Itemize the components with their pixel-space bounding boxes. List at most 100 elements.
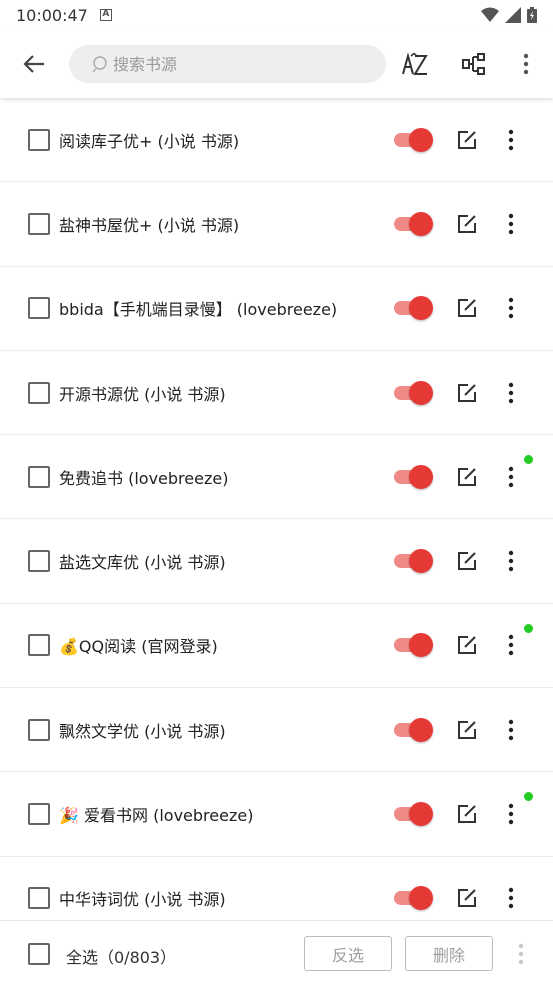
source-name: 开源书源优 (小说 书源) [59, 384, 226, 404]
edit-icon [458, 805, 476, 824]
source-name: 免费追书 (lovebreeze) [59, 468, 229, 488]
source-enable-switch[interactable] [392, 802, 434, 827]
select-all-checkbox[interactable] [28, 943, 50, 965]
edit-button[interactable] [455, 212, 479, 236]
source-row[interactable]: 盐选文库优 (小说 书源) [0, 519, 553, 604]
source-name: 盐选文库优 (小说 书源) [59, 553, 226, 573]
edit-button[interactable] [455, 886, 479, 910]
source-enable-switch[interactable] [392, 464, 434, 489]
battery-icon [527, 7, 537, 23]
source-name: 盐神书屋优+ (小说 书源) [59, 215, 240, 235]
source-row[interactable]: 🎉 爱看书网 (lovebreeze) [0, 772, 553, 857]
source-checkbox[interactable] [28, 381, 50, 404]
source-checkbox[interactable] [28, 297, 50, 320]
switch-thumb [409, 211, 433, 236]
update-dot-indicator [524, 455, 533, 465]
source-more-button[interactable] [500, 632, 522, 658]
source-checkbox[interactable] [28, 803, 50, 826]
signal-icon [505, 7, 521, 23]
source-checkbox[interactable] [28, 212, 50, 235]
source-row[interactable]: 阅读库子优+ (小说 书源) [0, 98, 553, 183]
edit-button[interactable] [455, 381, 479, 405]
select-all-label: 全选（0/803） [66, 948, 177, 967]
back-button[interactable] [18, 50, 50, 78]
more-vertical-icon [508, 888, 514, 909]
source-enable-switch[interactable] [392, 380, 434, 405]
edit-icon [458, 299, 476, 318]
switch-thumb [409, 549, 433, 574]
source-enable-switch[interactable] [392, 211, 434, 236]
source-checkbox[interactable] [28, 128, 50, 151]
source-more-button[interactable] [500, 548, 522, 574]
source-more-button[interactable] [500, 295, 522, 321]
source-more-button[interactable] [500, 211, 522, 237]
edit-button[interactable] [455, 296, 479, 320]
edit-button[interactable] [455, 128, 479, 152]
source-more-button[interactable] [500, 127, 522, 153]
search-box[interactable] [69, 45, 386, 83]
status-time: 10:00:47 [16, 5, 88, 25]
group-button[interactable] [459, 50, 489, 78]
edit-icon [458, 130, 476, 149]
notification-a-icon: A [99, 9, 112, 21]
source-enable-switch[interactable] [392, 633, 434, 658]
source-name: bbida【手机端目录慢】 (lovebreeze) [59, 300, 338, 320]
source-name: 💰QQ阅读 (官网登录) [59, 637, 218, 657]
search-icon [92, 56, 107, 73]
source-enable-switch[interactable] [392, 886, 434, 911]
sort-button[interactable] [400, 50, 430, 78]
bottom-more-button[interactable] [511, 941, 531, 967]
more-vertical-icon [508, 382, 514, 403]
search-input[interactable] [113, 54, 363, 74]
source-row[interactable]: 飘然文学优 (小说 书源) [0, 688, 553, 773]
source-checkbox[interactable] [28, 887, 50, 910]
more-vertical-icon [523, 53, 529, 75]
edit-button[interactable] [455, 549, 479, 573]
status-bar: 10:00:47 A [0, 0, 553, 30]
more-vertical-icon [518, 943, 524, 965]
source-row[interactable]: 开源书源优 (小说 书源) [0, 351, 553, 436]
source-checkbox[interactable] [28, 634, 50, 657]
more-vertical-icon [508, 635, 514, 656]
source-row[interactable]: 中华诗词优 (小说 书源) [0, 857, 553, 920]
more-vertical-icon [508, 466, 514, 488]
source-checkbox[interactable] [28, 550, 50, 573]
source-row[interactable]: 免费追书 (lovebreeze) [0, 435, 553, 520]
more-vertical-icon [508, 213, 514, 235]
edit-button[interactable] [455, 633, 479, 657]
switch-thumb [409, 633, 433, 658]
source-more-button[interactable] [500, 885, 522, 911]
source-row[interactable]: bbida【手机端目录慢】 (lovebreeze) [0, 267, 553, 351]
source-checkbox[interactable] [28, 465, 50, 488]
invert-selection-button[interactable]: 反选 [304, 936, 392, 971]
bottom-bar: 全选（0/803） 反选 删除 [0, 920, 553, 984]
switch-thumb [409, 717, 433, 742]
source-more-button[interactable] [500, 380, 522, 406]
toolbar [0, 30, 553, 98]
source-enable-switch[interactable] [392, 296, 434, 321]
source-more-button[interactable] [500, 801, 522, 827]
source-more-button[interactable] [500, 464, 522, 490]
source-row[interactable]: 💰QQ阅读 (官网登录) [0, 604, 553, 689]
edit-button[interactable] [455, 718, 479, 742]
source-row[interactable]: 盐神书屋优+ (小说 书源) [0, 182, 553, 267]
switch-thumb [409, 464, 433, 489]
source-checkbox[interactable] [28, 718, 50, 741]
more-vertical-icon [508, 719, 514, 740]
more-vertical-icon [508, 550, 514, 572]
arrow-left-icon [23, 55, 44, 73]
more-vertical-icon [508, 129, 514, 150]
source-name: 飘然文学优 (小说 书源) [59, 721, 226, 741]
edit-button[interactable] [455, 465, 479, 489]
source-enable-switch[interactable] [392, 127, 434, 152]
source-enable-switch[interactable] [392, 549, 434, 574]
edit-icon [458, 467, 476, 486]
source-enable-switch[interactable] [392, 717, 434, 742]
overflow-menu-button[interactable] [511, 50, 541, 78]
delete-button[interactable]: 删除 [405, 936, 493, 971]
edit-button[interactable] [455, 802, 479, 826]
source-name: 🎉 爱看书网 (lovebreeze) [59, 806, 254, 826]
edit-icon [458, 889, 476, 908]
more-vertical-icon [508, 803, 514, 825]
source-more-button[interactable] [500, 717, 522, 743]
